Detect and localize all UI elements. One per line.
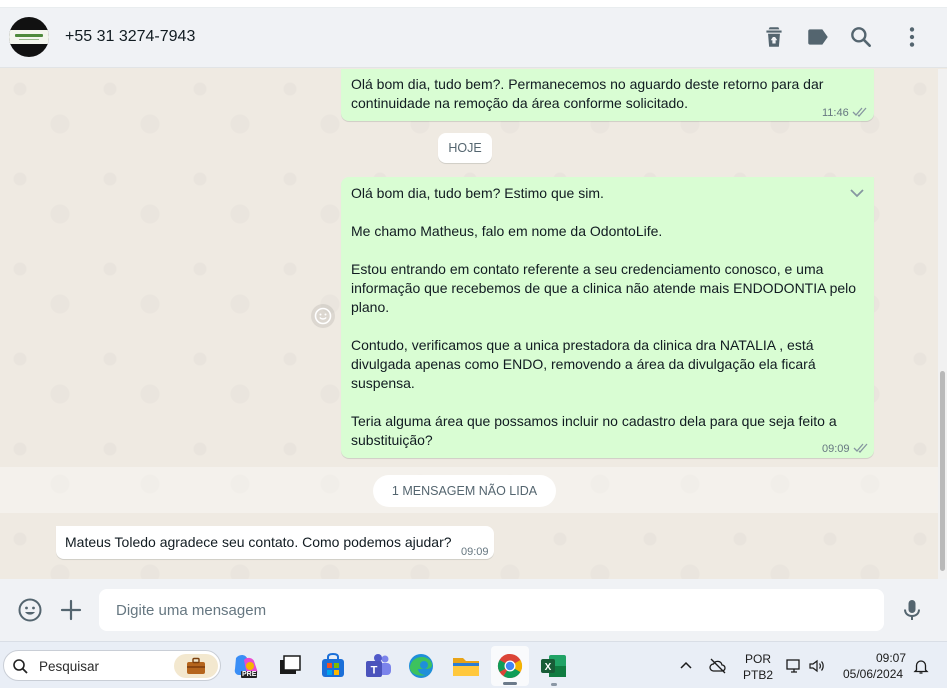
contact-name[interactable]: +55 31 3274-7943 — [65, 28, 195, 46]
edge-icon[interactable] — [405, 650, 437, 682]
search-icon[interactable] — [848, 24, 874, 50]
excel-icon[interactable]: X — [538, 650, 570, 682]
date-pill: HOJE — [438, 133, 492, 163]
delete-icon[interactable] — [761, 24, 787, 50]
attach-plus-icon[interactable] — [58, 597, 84, 623]
svg-text:X: X — [545, 662, 552, 673]
emoji-reaction-icon — [314, 307, 332, 325]
contact-avatar[interactable] — [9, 17, 49, 57]
taskbar-search-label: Pesquisar — [39, 659, 100, 674]
active-app-indicator — [503, 682, 517, 685]
chevron-up-icon[interactable] — [677, 657, 695, 675]
store-icon[interactable] — [317, 650, 349, 682]
volume-icon[interactable] — [808, 657, 826, 675]
chat-header: +55 31 3274-7943 — [0, 8, 947, 68]
chat-area[interactable]: Olá bom dia, tudo bem?. Permanecemos no … — [0, 69, 938, 579]
teams-icon[interactable]: T — [362, 650, 394, 682]
window-top-strip — [0, 0, 947, 8]
message-text: Olá bom dia, tudo bem?. Permanecemos no … — [351, 76, 824, 111]
notification-bell-icon[interactable] — [912, 657, 930, 675]
cloud-offline-icon[interactable] — [709, 657, 727, 675]
svg-text:T: T — [371, 665, 378, 677]
microphone-icon[interactable] — [899, 597, 925, 623]
label-icon[interactable] — [805, 24, 831, 50]
emoji-icon[interactable] — [17, 597, 43, 623]
file-explorer-icon[interactable] — [450, 650, 482, 682]
input-language-top[interactable]: POR — [745, 652, 771, 666]
network-icon[interactable] — [785, 657, 803, 675]
message-text: Mateus Toledo agradece seu contato. Como… — [65, 534, 452, 550]
message-time: 11:46 — [822, 107, 849, 119]
taskbar-search[interactable]: Pesquisar — [3, 650, 221, 681]
chrome-icon[interactable] — [494, 650, 526, 682]
message-time: 09:09 — [822, 443, 850, 455]
briefcase-icon — [187, 657, 205, 674]
incoming-message[interactable]: Mateus Toledo agradece seu contato. Como… — [56, 526, 494, 559]
message-meta: 11:46 — [822, 104, 868, 123]
message-input[interactable] — [99, 589, 884, 631]
task-view-icon[interactable] — [274, 650, 306, 682]
outgoing-message[interactable]: Olá bom dia, tudo bem?. Permanecemos no … — [341, 69, 874, 121]
composer — [0, 579, 947, 641]
message-text: Olá bom dia, tudo bem? Estimo que sim. M… — [351, 185, 857, 448]
preview-badge: PRE — [241, 671, 258, 678]
message-time: 09:09 — [461, 546, 489, 558]
double-check-icon — [852, 107, 867, 117]
clock-date[interactable]: 05/06/2024 — [843, 667, 903, 681]
double-check-icon — [853, 443, 868, 453]
copilot-icon[interactable]: PRE — [230, 650, 262, 682]
running-app-indicator — [551, 683, 557, 686]
menu-icon[interactable] — [899, 24, 925, 50]
scroll-thumb[interactable] — [940, 371, 945, 571]
input-language-bottom[interactable]: PTB2 — [743, 668, 773, 682]
unread-pill: 1 MENSAGEM NÃO LIDA — [373, 475, 556, 507]
search-icon — [13, 659, 28, 674]
windows-taskbar: Pesquisar PRE T X POR PTB2 09:07 05/06/2… — [0, 641, 947, 688]
reaction-button[interactable] — [311, 304, 335, 328]
outgoing-message[interactable]: Olá bom dia, tudo bem? Estimo que sim. M… — [341, 177, 874, 458]
chevron-down-icon[interactable] — [848, 184, 866, 202]
message-meta: 09:09 — [822, 440, 869, 459]
clock-time[interactable]: 09:07 — [876, 651, 906, 665]
search-highlight[interactable] — [174, 654, 218, 678]
chat-scrollbar[interactable] — [938, 69, 947, 579]
